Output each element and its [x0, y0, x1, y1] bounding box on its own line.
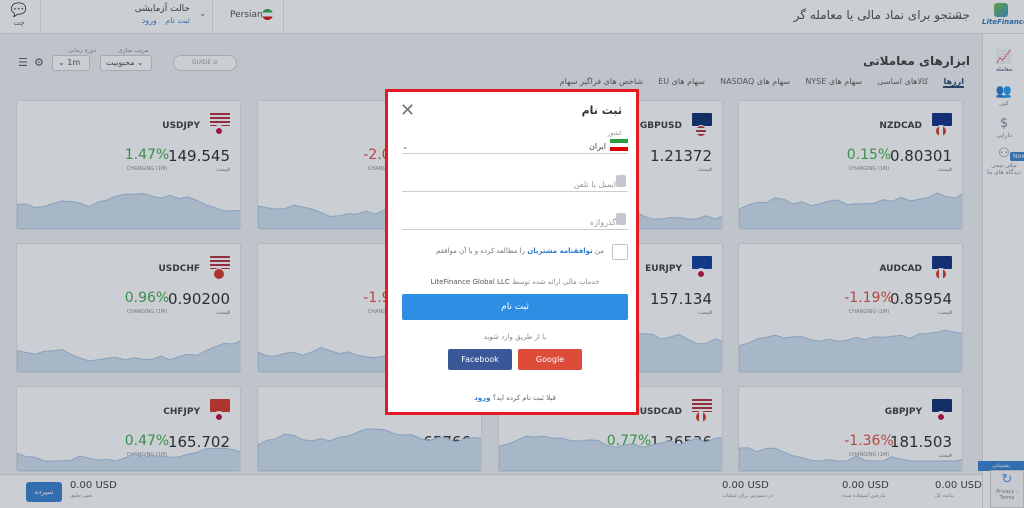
chevron-down-icon: ⌄ [402, 142, 409, 151]
autofill-key-icon[interactable] [616, 175, 626, 187]
social-login-text: یا از طریق وارد شوید [483, 333, 547, 341]
password-placeholder: گذرواژه [589, 218, 616, 227]
terms-link[interactable]: توافقنامه مشتریان [527, 247, 592, 255]
signup-modal: ثبت نام ✕ کشور ⌄ ایران ایمیل یا تلفن گذر… [385, 89, 639, 415]
terms-text: من توافقنامه مشتریان را مطالعه کرده و با… [436, 247, 604, 255]
modal-title: ثبت نام [581, 104, 622, 117]
close-icon[interactable]: ✕ [400, 100, 415, 121]
have-account-text: قبلا ثبت نام کرده اید؟ [492, 394, 556, 402]
facebook-login-button[interactable]: Facebook [448, 349, 512, 370]
have-account-line: قبلا ثبت نام کرده اید؟ ورود [402, 394, 628, 402]
services-company: LiteFinance Global LLC [430, 278, 510, 286]
terms-prefix: من [594, 247, 604, 255]
terms-agreement: من توافقنامه مشتریان را مطالعه کرده و با… [402, 242, 628, 262]
country-select[interactable]: ⌄ ایران [402, 138, 628, 154]
google-login-button[interactable]: Google [518, 349, 582, 370]
country-value: ایران [589, 142, 606, 151]
iran-flag-icon [610, 139, 628, 151]
autofill-key-icon[interactable] [616, 213, 626, 225]
services-note: خدمات مالی ارائه شده توسط LiteFinance Gl… [402, 278, 628, 286]
terms-suffix: را مطالعه کرده و با آن موافقم [436, 247, 525, 255]
services-prefix: خدمات مالی ارائه شده توسط [511, 278, 600, 286]
signup-button[interactable]: ثبت نام [402, 294, 628, 320]
password-field[interactable]: گذرواژه [402, 213, 628, 230]
login-link[interactable]: ورود [474, 394, 490, 402]
country-label: کشور [607, 130, 622, 137]
email-phone-field[interactable]: ایمیل یا تلفن [402, 175, 628, 192]
email-phone-placeholder: ایمیل یا تلفن [573, 180, 616, 189]
terms-checkbox[interactable] [612, 244, 628, 260]
